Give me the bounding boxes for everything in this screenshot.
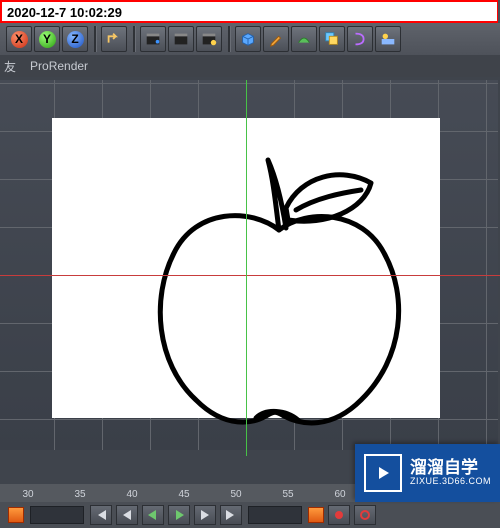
curved-surface-icon bbox=[295, 30, 313, 48]
nurbs-button[interactable] bbox=[291, 26, 317, 52]
next-key-button[interactable] bbox=[194, 505, 216, 525]
go-start-button[interactable] bbox=[90, 505, 112, 525]
prev-key-button[interactable] bbox=[116, 505, 138, 525]
render-settings-button[interactable] bbox=[196, 26, 222, 52]
tick-label: 60 bbox=[334, 489, 345, 500]
tab-standard[interactable]: 友 bbox=[4, 58, 16, 75]
timestamp-text: 2020-12-7 10:02:29 bbox=[7, 5, 122, 20]
end-frame-marker[interactable] bbox=[308, 507, 324, 523]
environment-button[interactable] bbox=[375, 26, 401, 52]
axis-y-line bbox=[246, 80, 247, 456]
watermark-title: 溜溜自学 bbox=[410, 459, 478, 478]
playback-bar bbox=[0, 502, 500, 528]
go-end-button[interactable] bbox=[220, 505, 242, 525]
tick-label: 55 bbox=[282, 489, 293, 500]
render-tabs: 友 ProRender bbox=[0, 55, 500, 77]
axis-z-button[interactable]: Z bbox=[62, 26, 88, 52]
main-toolbar: X Y Z bbox=[0, 23, 500, 55]
play-back-button[interactable] bbox=[142, 505, 164, 525]
cube-icon bbox=[239, 30, 257, 48]
tick-label: 50 bbox=[230, 489, 241, 500]
render-region-button[interactable] bbox=[168, 26, 194, 52]
pen-tool-button[interactable] bbox=[263, 26, 289, 52]
clapper-icon bbox=[172, 30, 190, 48]
clapper-icon bbox=[144, 30, 162, 48]
axis-z-label: Z bbox=[71, 32, 78, 46]
tick-label: 40 bbox=[126, 489, 137, 500]
render-view-button[interactable] bbox=[140, 26, 166, 52]
key-icon bbox=[359, 509, 371, 521]
tab-prorender[interactable]: ProRender bbox=[30, 59, 88, 73]
skip-end-icon bbox=[225, 510, 237, 520]
axis-x-button[interactable]: X bbox=[6, 26, 32, 52]
tick-label: 30 bbox=[22, 489, 33, 500]
watermark-badge: 溜溜自学 ZIXUE.3D66.COM bbox=[355, 444, 500, 502]
autokey-button[interactable] bbox=[354, 505, 376, 525]
end-frame-field[interactable] bbox=[248, 506, 302, 524]
toolbar-separator bbox=[228, 26, 231, 52]
arrow-up-icon bbox=[105, 30, 123, 48]
toolbar-separator bbox=[133, 26, 136, 52]
stack-icon bbox=[323, 30, 341, 48]
record-button[interactable] bbox=[328, 505, 350, 525]
viewport-front[interactable] bbox=[0, 80, 498, 450]
play-fwd-button[interactable] bbox=[168, 505, 190, 525]
axis-y-button[interactable]: Y bbox=[34, 26, 60, 52]
current-frame-marker[interactable] bbox=[8, 507, 24, 523]
bend-icon bbox=[351, 30, 369, 48]
watermark-play-icon bbox=[364, 454, 402, 492]
apple-outline-icon bbox=[126, 148, 436, 438]
viewport-container bbox=[0, 77, 500, 484]
pen-icon bbox=[267, 30, 285, 48]
tick-label: 45 bbox=[178, 489, 189, 500]
timestamp-overlay: 2020-12-7 10:02:29 bbox=[0, 0, 498, 23]
array-button[interactable] bbox=[319, 26, 345, 52]
skip-start-icon bbox=[95, 510, 107, 520]
clapper-gear-icon bbox=[200, 30, 218, 48]
axis-x-label: X bbox=[15, 32, 23, 46]
next-icon bbox=[199, 510, 211, 520]
tick-label: 35 bbox=[74, 489, 85, 500]
undo-parent-button[interactable] bbox=[101, 26, 127, 52]
floor-sky-icon bbox=[379, 30, 397, 48]
play-rev-icon bbox=[147, 510, 159, 520]
axis-y-label: Y bbox=[43, 32, 51, 46]
axis-x-line bbox=[0, 275, 500, 276]
deformer-button[interactable] bbox=[347, 26, 373, 52]
play-icon bbox=[173, 510, 185, 520]
record-icon bbox=[333, 509, 345, 521]
frame-field[interactable] bbox=[30, 506, 84, 524]
cube-primitive-button[interactable] bbox=[235, 26, 261, 52]
toolbar-separator bbox=[94, 26, 97, 52]
watermark-sub: ZIXUE.3D66.COM bbox=[410, 477, 491, 487]
prev-icon bbox=[121, 510, 133, 520]
